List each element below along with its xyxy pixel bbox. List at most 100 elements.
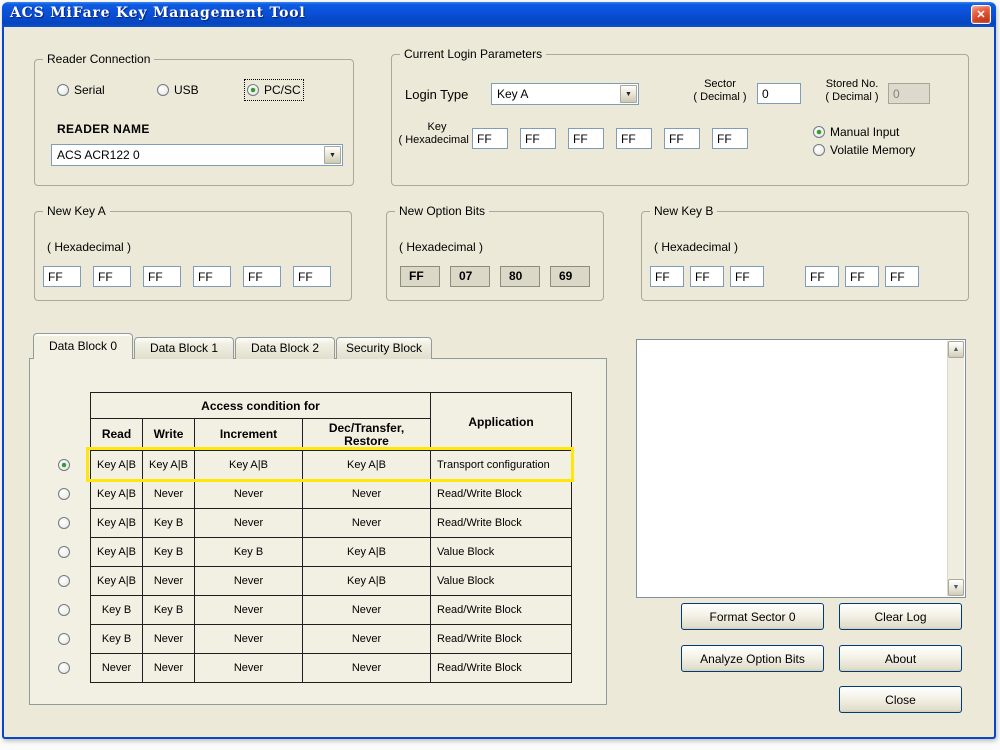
col-dec-line2: Restore [344, 434, 389, 448]
row-radio-1[interactable] [58, 488, 70, 500]
new-key-a-input-3[interactable] [193, 266, 231, 287]
new-key-b-title: New Key B [650, 204, 717, 218]
cell-write: Key A|B [143, 451, 195, 480]
login-key-input-2[interactable] [568, 128, 604, 149]
radio-usb-label: USB [174, 83, 199, 97]
reader-name-select[interactable]: ACS ACR122 0 ▼ [51, 144, 343, 166]
radio-pcsc[interactable]: PC/SC [247, 82, 301, 98]
about-button[interactable]: About [839, 645, 962, 672]
cell-dec: Never [303, 654, 431, 683]
new-key-a-input-2[interactable] [143, 266, 181, 287]
new-key-a-hex-label: ( Hexadecimal ) [47, 240, 131, 254]
login-type-label: Login Type [405, 87, 468, 102]
title-bar[interactable]: ACS MiFare Key Management Tool ✕ [2, 2, 996, 27]
login-key-label-line2: ( Hexadecimal ) [398, 134, 475, 146]
close-icon: ✕ [976, 8, 985, 21]
login-type-dropdown-button[interactable]: ▼ [620, 85, 637, 103]
radio-usb[interactable]: USB [157, 82, 199, 98]
log-scrollbar[interactable]: ▲ ▼ [947, 341, 964, 596]
login-type-select[interactable]: Key A ▼ [491, 83, 639, 105]
login-key-input-4[interactable] [664, 128, 700, 149]
cell-dec: Key A|B [303, 567, 431, 596]
close-dialog-button-label: Close [885, 693, 916, 707]
tab-data-block-1[interactable]: Data Block 1 [134, 337, 234, 359]
row-radio-4[interactable] [58, 575, 70, 587]
radio-serial[interactable]: Serial [57, 82, 105, 98]
row-radio-3[interactable] [58, 546, 70, 558]
new-key-a-input-1[interactable] [93, 266, 131, 287]
radio-manual-input[interactable]: Manual Input [813, 124, 899, 140]
new-key-b-input-1[interactable] [690, 266, 724, 287]
data-block-0-panel: Access condition for Application Read Wr… [29, 358, 607, 705]
row-radio-7[interactable] [58, 662, 70, 674]
radio-pcsc-label: PC/SC [264, 83, 301, 97]
tab-data-block-2[interactable]: Data Block 2 [235, 337, 335, 359]
chevron-down-icon: ▼ [625, 91, 632, 98]
table-row-1: Key A|B Never Never Never Read/Write Blo… [91, 480, 572, 509]
scroll-up-button[interactable]: ▲ [948, 341, 964, 358]
radio-volatile-memory[interactable]: Volatile Memory [813, 142, 915, 158]
cell-increment: Key B [195, 538, 303, 567]
new-key-b-input-3[interactable] [805, 266, 839, 287]
radio-volatile-memory-label: Volatile Memory [830, 143, 915, 157]
cell-dec: Key A|B [303, 538, 431, 567]
table-row-5: Key B Key B Never Never Read/Write Block [91, 596, 572, 625]
reader-name-dropdown-button[interactable]: ▼ [324, 146, 341, 164]
new-key-a-input-4[interactable] [243, 266, 281, 287]
app-window: ACS MiFare Key Management Tool ✕ Reader … [2, 2, 996, 739]
tab-data-block-0[interactable]: Data Block 0 [33, 333, 133, 359]
reader-name-value: ACS ACR122 0 [57, 148, 140, 162]
col-write: Write [143, 419, 195, 451]
cell-increment: Never [195, 654, 303, 683]
tab-data-block-2-label: Data Block 2 [251, 341, 319, 355]
sector-label: Sector ( Decimal ) [685, 78, 755, 104]
reader-connection-group: Reader Connection Serial USB PC/SC READE… [34, 59, 354, 186]
cell-read: Key A|B [91, 509, 143, 538]
login-key-input-5[interactable] [712, 128, 748, 149]
access-condition-table: Access condition for Application Read Wr… [90, 392, 572, 683]
cell-read: Key B [91, 625, 143, 654]
new-key-a-title: New Key A [43, 204, 110, 218]
new-key-b-input-4[interactable] [845, 266, 879, 287]
access-condition-header: Access condition for [91, 393, 431, 419]
stored-no-input [888, 83, 930, 104]
row-radio-0[interactable] [58, 459, 70, 471]
close-button[interactable]: ✕ [971, 5, 991, 24]
cell-application: Value Block [431, 567, 572, 596]
cell-read: Key A|B [91, 567, 143, 596]
close-dialog-button[interactable]: Close [839, 686, 962, 713]
new-key-b-input-5[interactable] [885, 266, 919, 287]
new-key-b-input-2[interactable] [730, 266, 764, 287]
cell-increment: Never [195, 596, 303, 625]
login-key-input-0[interactable] [472, 128, 508, 149]
log-content [639, 342, 946, 595]
row-radio-6[interactable] [58, 633, 70, 645]
scroll-down-button[interactable]: ▼ [948, 579, 964, 596]
new-key-a-input-5[interactable] [293, 266, 331, 287]
new-key-b-input-0[interactable] [650, 266, 684, 287]
chevron-down-icon: ▼ [329, 152, 336, 159]
tab-security-block-label: Security Block [346, 341, 422, 355]
tab-data-block-0-label: Data Block 0 [49, 339, 117, 353]
login-key-input-3[interactable] [616, 128, 652, 149]
cell-increment: Never [195, 625, 303, 654]
option-bits-field-1: 07 [450, 266, 490, 287]
cell-write: Key B [143, 596, 195, 625]
arrow-up-icon: ▲ [953, 346, 960, 353]
log-output[interactable]: ▲ ▼ [636, 339, 966, 598]
new-key-a-input-0[interactable] [43, 266, 81, 287]
cell-read: Key A|B [91, 480, 143, 509]
clear-log-button[interactable]: Clear Log [839, 603, 962, 630]
stored-no-label-line1: Stored No. [826, 78, 879, 90]
tab-security-block[interactable]: Security Block [336, 337, 432, 359]
login-key-input-1[interactable] [520, 128, 556, 149]
row-radio-5[interactable] [58, 604, 70, 616]
login-key-label-line1: Key [428, 121, 447, 133]
row-radio-2[interactable] [58, 517, 70, 529]
analyze-option-bits-button[interactable]: Analyze Option Bits [681, 645, 824, 672]
format-sector-button[interactable]: Format Sector 0 [681, 603, 824, 630]
cell-increment: Never [195, 509, 303, 538]
sector-input[interactable] [757, 83, 801, 104]
cell-application: Transport configuration [431, 451, 572, 480]
cell-write: Key B [143, 509, 195, 538]
